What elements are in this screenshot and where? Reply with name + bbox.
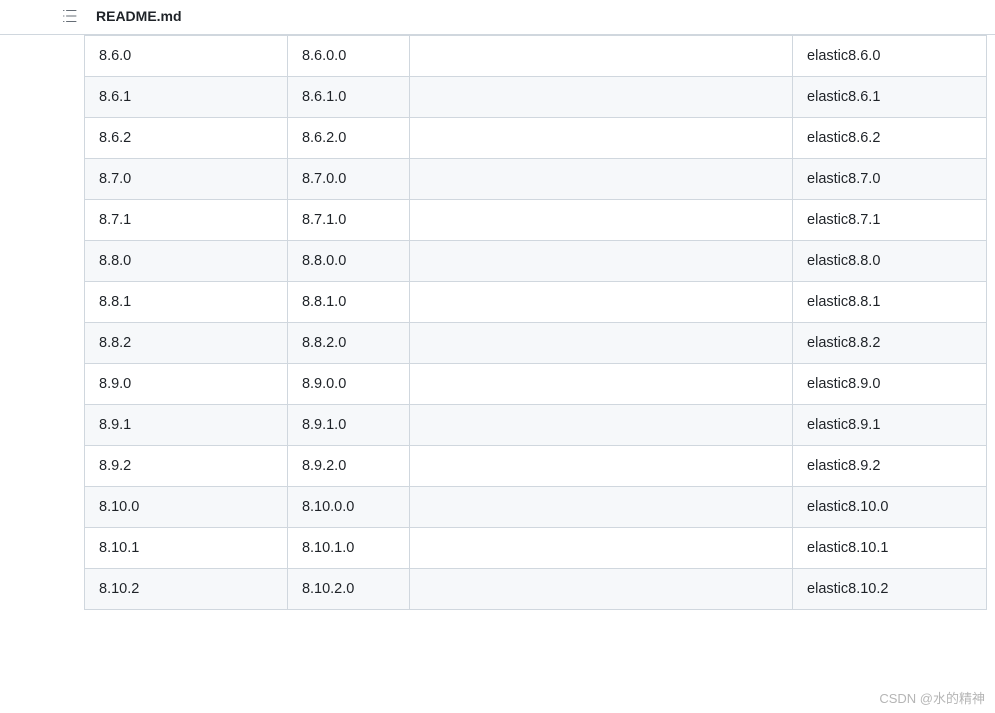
table-cell (409, 159, 792, 200)
table-row: 8.7.08.7.0.0 elastic8.7.0 (85, 159, 987, 200)
table-cell: elastic8.10.0 (793, 487, 987, 528)
table-cell: 8.10.1.0 (287, 528, 409, 569)
table-cell (409, 487, 792, 528)
table-cell (409, 569, 792, 610)
table-cell: elastic8.7.0 (793, 159, 987, 200)
table-cell: 8.6.0 (85, 36, 288, 77)
table-cell: 8.9.2.0 (287, 446, 409, 487)
table-cell (409, 200, 792, 241)
table-cell: 8.10.0.0 (287, 487, 409, 528)
table-cell: elastic8.8.1 (793, 282, 987, 323)
table-cell: 8.8.2.0 (287, 323, 409, 364)
table-cell: 8.9.2 (85, 446, 288, 487)
table-cell: 8.8.0 (85, 241, 288, 282)
table-cell: elastic8.6.1 (793, 77, 987, 118)
table-cell: 8.6.1 (85, 77, 288, 118)
table-cell: 8.8.0.0 (287, 241, 409, 282)
table-cell: 8.9.0.0 (287, 364, 409, 405)
table-cell: 8.8.2 (85, 323, 288, 364)
table-row: 8.6.28.6.2.0 elastic8.6.2 (85, 118, 987, 159)
toc-icon[interactable] (62, 8, 78, 24)
table-cell: 8.7.1.0 (287, 200, 409, 241)
filename-label: README.md (96, 8, 182, 24)
table-cell: 8.9.1.0 (287, 405, 409, 446)
table-cell (409, 241, 792, 282)
table-cell (409, 282, 792, 323)
table-cell: 8.8.1.0 (287, 282, 409, 323)
table-row: 8.6.08.6.0.0 elastic8.6.0 (85, 36, 987, 77)
version-table: 8.6.08.6.0.0 elastic8.6.0 8.6.18.6.1.0 elas… (84, 35, 987, 610)
table-cell: 8.6.0.0 (287, 36, 409, 77)
table-cell: 8.9.0 (85, 364, 288, 405)
table-row: 8.8.08.8.0.0 elastic8.8.0 (85, 241, 987, 282)
table-row: 8.8.18.8.1.0 elastic8.8.1 (85, 282, 987, 323)
table-row: 8.10.28.10.2.0 elastic8.10.2 (85, 569, 987, 610)
table-cell: 8.6.2.0 (287, 118, 409, 159)
table-cell: elastic8.9.0 (793, 364, 987, 405)
table-cell: 8.10.2.0 (287, 569, 409, 610)
table-cell: elastic8.9.2 (793, 446, 987, 487)
table-cell (409, 36, 792, 77)
table-cell (409, 446, 792, 487)
table-cell: elastic8.10.2 (793, 569, 987, 610)
table-row: 8.6.18.6.1.0 elastic8.6.1 (85, 77, 987, 118)
table-row: 8.9.08.9.0.0 elastic8.9.0 (85, 364, 987, 405)
table-cell (409, 364, 792, 405)
table-cell: 8.9.1 (85, 405, 288, 446)
table-cell: elastic8.9.1 (793, 405, 987, 446)
table-cell: elastic8.6.2 (793, 118, 987, 159)
table-row: 8.10.18.10.1.0 elastic8.10.1 (85, 528, 987, 569)
table-cell: elastic8.8.2 (793, 323, 987, 364)
table-row: 8.8.28.8.2.0 elastic8.8.2 (85, 323, 987, 364)
table-cell: 8.6.1.0 (287, 77, 409, 118)
readme-content: 8.6.08.6.0.0 elastic8.6.0 8.6.18.6.1.0 elas… (0, 35, 995, 628)
table-cell: 8.10.1 (85, 528, 288, 569)
readme-container: README.md 8.6.08.6.0.0elastic8.6.08.6.18… (0, 0, 995, 628)
table-cell: 8.7.0 (85, 159, 288, 200)
watermark-text: CSDN @水的精神 (879, 688, 985, 707)
table-cell (409, 118, 792, 159)
table-row: 8.9.18.9.1.0 elastic8.9.1 (85, 405, 987, 446)
table-cell: elastic8.7.1 (793, 200, 987, 241)
table-cell: elastic8.8.0 (793, 241, 987, 282)
table-cell: elastic8.10.1 (793, 528, 987, 569)
table-row: 8.9.28.9.2.0 elastic8.9.2 (85, 446, 987, 487)
version-table-wrapper: 8.6.08.6.0.0 elastic8.6.0 8.6.18.6.1.0 elas… (84, 35, 987, 610)
table-cell: 8.10.2 (85, 569, 288, 610)
table-cell (409, 528, 792, 569)
table-row: 8.10.08.10.0.0 elastic8.10.0 (85, 487, 987, 528)
table-row: 8.7.18.7.1.0 elastic8.7.1 (85, 200, 987, 241)
table-cell: elastic8.6.0 (793, 36, 987, 77)
table-cell: 8.7.1 (85, 200, 288, 241)
table-cell (409, 323, 792, 364)
readme-header: README.md (0, 0, 995, 35)
table-cell (409, 405, 792, 446)
table-cell: 8.8.1 (85, 282, 288, 323)
table-cell: 8.7.0.0 (287, 159, 409, 200)
table-cell: 8.6.2 (85, 118, 288, 159)
table-cell: 8.10.0 (85, 487, 288, 528)
table-cell (409, 77, 792, 118)
